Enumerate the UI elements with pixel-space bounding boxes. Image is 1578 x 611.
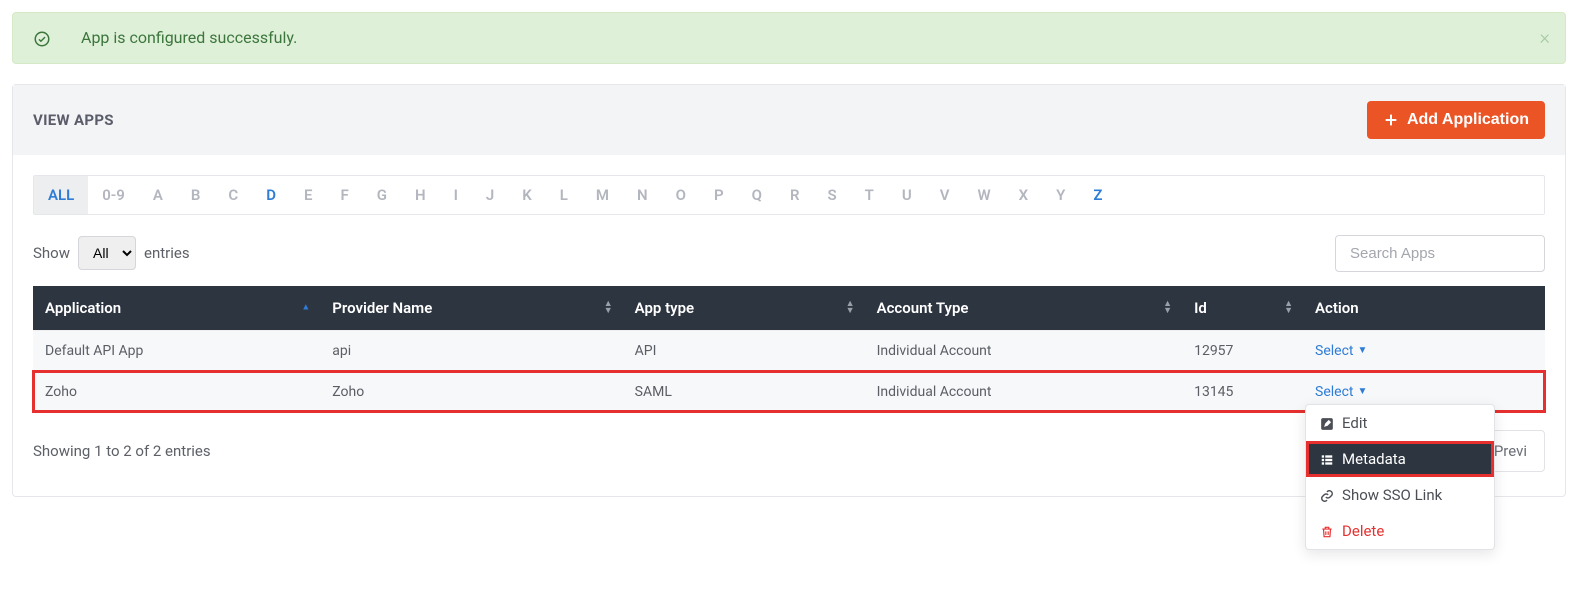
show-label: Show <box>33 244 70 262</box>
alert-close-button[interactable]: × <box>1540 25 1550 49</box>
table-cell: API <box>623 330 865 371</box>
alpha-filter-l[interactable]: L <box>546 176 582 214</box>
alpha-filter-a[interactable]: A <box>139 176 177 214</box>
entries-label: entries <box>144 244 190 262</box>
sort-icon: ▲▼ <box>604 301 613 315</box>
action-dropdown: Edit Metadata Show SSO Link Delete <box>1305 404 1495 550</box>
add-application-label: Add Application <box>1407 111 1529 129</box>
search-box <box>1335 235 1545 272</box>
th-provider[interactable]: Provider Name ▲▼ <box>320 286 622 331</box>
alpha-filter-w[interactable]: W <box>964 176 1005 214</box>
table-cell: Zoho <box>33 371 320 412</box>
alpha-filter-n[interactable]: N <box>623 176 662 214</box>
alpha-filter-k[interactable]: K <box>508 176 546 214</box>
sort-icon: ▲▼ <box>846 301 855 315</box>
table-cell: api <box>320 330 622 371</box>
dropdown-delete[interactable]: Delete <box>1306 513 1494 549</box>
alpha-filter-d[interactable]: D <box>252 176 290 214</box>
table-cell: Individual Account <box>865 330 1183 371</box>
add-application-button[interactable]: Add Application <box>1367 101 1545 139</box>
alpha-filter-0-9[interactable]: 0-9 <box>88 176 139 214</box>
alpha-filter-e[interactable]: E <box>290 176 326 214</box>
sort-icon: ▲▼ <box>1284 301 1293 315</box>
th-apptype[interactable]: App type ▲▼ <box>623 286 865 331</box>
alpha-filter-t[interactable]: T <box>851 176 888 214</box>
alpha-filter-q[interactable]: Q <box>738 176 776 214</box>
select-dropdown-trigger[interactable]: Select ▼ <box>1315 343 1367 359</box>
dropdown-edit[interactable]: Edit <box>1306 405 1494 441</box>
alpha-filter-b[interactable]: B <box>177 176 215 214</box>
alpha-filter-z[interactable]: Z <box>1079 176 1116 214</box>
table-cell: Zoho <box>320 371 622 412</box>
table-cell: Individual Account <box>865 371 1183 412</box>
table-cell: 13145 <box>1182 371 1303 412</box>
alpha-filter-h[interactable]: H <box>401 176 440 214</box>
dropdown-show-sso[interactable]: Show SSO Link <box>1306 477 1494 513</box>
panel-title: VIEW APPS <box>33 111 114 129</box>
entries-select[interactable]: All <box>78 236 136 270</box>
list-icon <box>1320 450 1334 468</box>
alpha-filter-s[interactable]: S <box>814 176 851 214</box>
alpha-filter-j[interactable]: J <box>472 176 508 214</box>
apps-table: Application ▲ Provider Name ▲▼ App type … <box>33 286 1545 412</box>
showing-text: Showing 1 to 2 of 2 entries <box>33 442 211 460</box>
check-circle-icon <box>33 28 51 48</box>
alpha-filter-all[interactable]: ALL <box>34 176 88 214</box>
trash-icon <box>1320 522 1334 540</box>
th-id[interactable]: Id ▲▼ <box>1182 286 1303 331</box>
alpha-filter: ALL0-9ABCDEFGHIJKLMNOPQRSTUVWXYZ <box>33 175 1545 215</box>
action-cell: Select ▼ <box>1303 330 1545 371</box>
table-cell: SAML <box>623 371 865 412</box>
th-action: Action <box>1303 286 1545 331</box>
th-account[interactable]: Account Type ▲▼ <box>865 286 1183 331</box>
alpha-filter-x[interactable]: X <box>1005 176 1043 214</box>
sort-icon: ▲▼ <box>1163 301 1172 315</box>
show-entries: Show All entries <box>33 236 190 270</box>
alpha-filter-r[interactable]: R <box>776 176 814 214</box>
alpha-filter-m[interactable]: M <box>582 176 623 214</box>
alpha-filter-f[interactable]: F <box>326 176 362 214</box>
alert-success: App is configured successfuly. × <box>12 12 1566 64</box>
alpha-filter-v[interactable]: V <box>926 176 964 214</box>
panel-header: VIEW APPS Add Application <box>13 85 1565 155</box>
caret-down-icon: ▼ <box>1358 345 1368 356</box>
pencil-icon <box>1320 414 1334 432</box>
alpha-filter-p[interactable]: P <box>700 176 738 214</box>
th-application[interactable]: Application ▲ <box>33 286 320 331</box>
toolbar-row: Show All entries <box>33 235 1545 272</box>
plus-icon <box>1383 111 1399 129</box>
search-input[interactable] <box>1335 235 1545 272</box>
alert-message: App is configured successfuly. <box>81 28 297 47</box>
caret-down-icon: ▼ <box>1358 386 1368 397</box>
alpha-filter-i[interactable]: I <box>440 176 472 214</box>
alpha-filter-c[interactable]: C <box>214 176 252 214</box>
alpha-filter-y[interactable]: Y <box>1042 176 1079 214</box>
link-icon <box>1320 486 1334 504</box>
table-row: Default API AppapiAPIIndividual Account1… <box>33 330 1545 371</box>
alpha-filter-o[interactable]: O <box>662 176 700 214</box>
alpha-filter-u[interactable]: U <box>888 176 926 214</box>
alpha-filter-g[interactable]: G <box>363 176 401 214</box>
table-cell: Default API App <box>33 330 320 371</box>
table-cell: 12957 <box>1182 330 1303 371</box>
sort-icon: ▲ <box>301 304 310 311</box>
select-dropdown-trigger[interactable]: Select ▼ <box>1315 384 1367 400</box>
dropdown-metadata[interactable]: Metadata <box>1306 441 1494 477</box>
